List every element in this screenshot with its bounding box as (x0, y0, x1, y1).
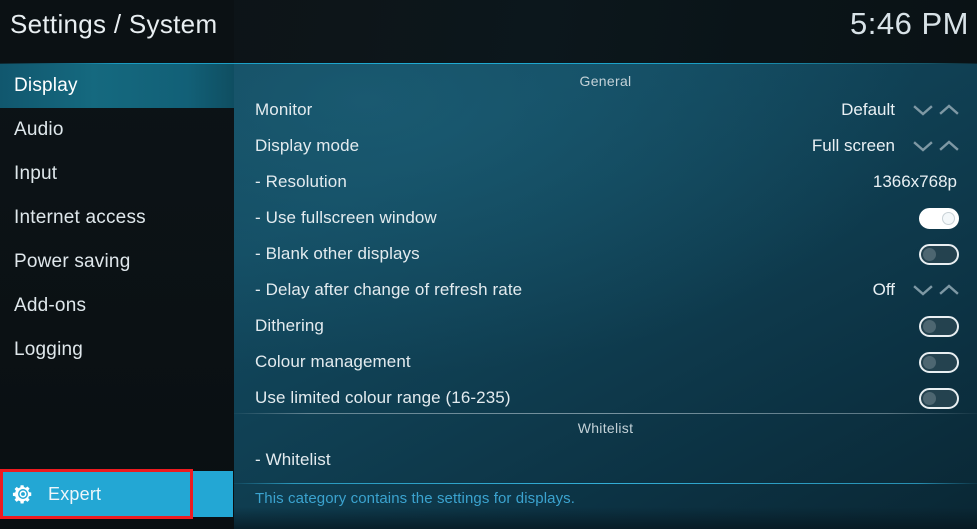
setting-row-use-limited-colour-range[interactable]: Use limited colour range (16-235) (234, 380, 977, 416)
spinner-control[interactable] (913, 101, 959, 119)
setting-value: 1366x768p (872, 172, 957, 191)
toggle-switch[interactable] (919, 351, 959, 373)
setting-label: - Resolution (255, 172, 347, 191)
sidebar-item-power-saving[interactable]: Power saving (0, 240, 234, 284)
setting-label: Use limited colour range (16-235) (255, 388, 511, 407)
kodi-settings-window: Settings / System 5:46 PM Display Audio … (0, 0, 977, 529)
sidebar-item-logging[interactable]: Logging (0, 328, 234, 372)
sidebar-item-add-ons[interactable]: Add-ons (0, 284, 234, 328)
footer-divider (234, 483, 977, 484)
setting-row-use-fullscreen-window[interactable]: - Use fullscreen window (234, 200, 977, 236)
sidebar-item-label: Display (14, 75, 78, 96)
setting-label: - Blank other displays (255, 244, 420, 263)
sidebar-item-audio[interactable]: Audio (0, 108, 234, 152)
settings-content-panel: General Monitor Default Display mode Ful… (234, 64, 977, 529)
toggle-switch[interactable] (919, 315, 959, 337)
setting-row-blank-other-displays[interactable]: - Blank other displays (234, 236, 977, 272)
setting-value: Off (872, 280, 895, 299)
setting-label: - Delay after change of refresh rate (255, 280, 523, 299)
setting-label: Monitor (255, 100, 313, 119)
sidebar-item-internet-access[interactable]: Internet access (0, 196, 234, 240)
content-bottom-fade (234, 507, 977, 529)
category-sidebar: Display Audio Input Internet access Powe… (0, 64, 234, 529)
gear-icon (12, 485, 32, 504)
setting-row-colour-management[interactable]: Colour management (234, 344, 977, 380)
settings-level-button-expert[interactable]: Expert (0, 471, 193, 517)
chevron-down-icon[interactable] (913, 284, 933, 296)
setting-row-delay-after-refresh-rate-change[interactable]: - Delay after change of refresh rate Off (234, 272, 977, 308)
sidebar-item-label: Audio (14, 119, 64, 140)
spinner-control[interactable] (913, 281, 959, 299)
setting-label: - Whitelist (255, 450, 331, 469)
setting-value: Default (841, 100, 895, 119)
section-header-whitelist: Whitelist (577, 420, 634, 436)
toggle-switch[interactable] (919, 243, 959, 265)
clock: 5:46 PM (850, 6, 969, 41)
setting-row-display-mode[interactable]: Display mode Full screen (234, 128, 977, 164)
chevron-down-icon[interactable] (913, 104, 933, 116)
setting-row-dithering[interactable]: Dithering (234, 308, 977, 344)
setting-label: Display mode (255, 136, 360, 155)
chevron-down-icon[interactable] (913, 140, 933, 152)
spinner-control[interactable] (913, 137, 959, 155)
category-description: This category contains the settings for … (255, 490, 576, 507)
chevron-up-icon[interactable] (939, 284, 959, 296)
sidebar-item-label: Input (14, 163, 58, 184)
sidebar-item-display[interactable]: Display (0, 64, 234, 108)
chevron-up-icon[interactable] (939, 140, 959, 152)
settings-level-label: Expert (48, 483, 102, 504)
toggle-switch[interactable] (919, 387, 959, 409)
setting-row-whitelist[interactable]: - Whitelist (234, 442, 977, 478)
setting-row-monitor[interactable]: Monitor Default (234, 92, 977, 128)
sidebar-item-label: Internet access (14, 207, 146, 228)
sidebar-item-input[interactable]: Input (0, 152, 234, 196)
section-divider-whitelist (234, 413, 977, 414)
setting-row-resolution[interactable]: - Resolution 1366x768p (234, 164, 977, 200)
toggle-switch[interactable] (919, 207, 959, 229)
sidebar-item-label: Add-ons (14, 295, 87, 316)
setting-value: Full screen (811, 136, 895, 155)
setting-label: Dithering (255, 316, 324, 335)
sidebar-item-label: Logging (14, 339, 84, 360)
title-bar: Settings / System 5:46 PM (0, 0, 977, 64)
sidebar-item-label: Power saving (14, 251, 131, 272)
setting-label: Colour management (255, 352, 411, 371)
setting-label: - Use fullscreen window (255, 208, 437, 227)
page-title: Settings / System (10, 9, 218, 39)
chevron-up-icon[interactable] (939, 104, 959, 116)
